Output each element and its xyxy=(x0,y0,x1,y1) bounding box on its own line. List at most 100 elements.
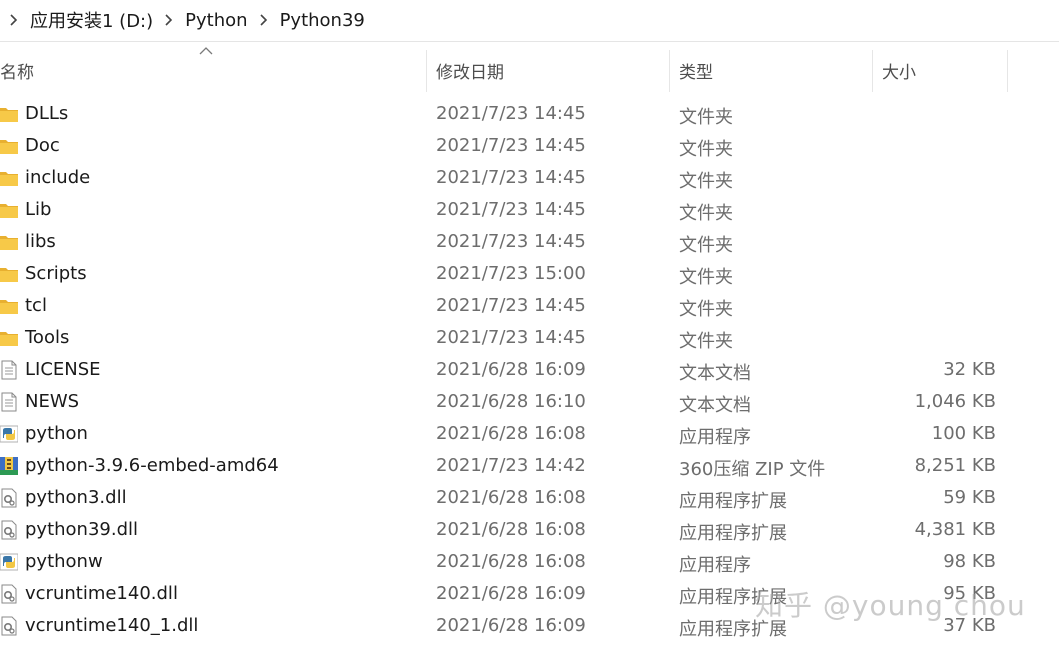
column-divider[interactable] xyxy=(426,50,427,92)
file-name: python3.dll xyxy=(25,487,127,508)
breadcrumb-item-python[interactable]: Python xyxy=(181,8,251,33)
chevron-right-icon[interactable] xyxy=(6,8,22,32)
file-type: 文件夹 xyxy=(679,107,733,128)
column-header-date[interactable]: 修改日期 xyxy=(436,58,504,83)
file-date: 2021/7/23 14:42 xyxy=(436,455,586,476)
file-name: Scripts xyxy=(25,263,87,284)
file-date: 2021/6/28 16:10 xyxy=(436,391,586,412)
file-row[interactable]: Tools 2021/7/23 14:45 文件夹 xyxy=(0,322,1059,354)
chevron-right-icon[interactable] xyxy=(256,8,272,32)
file-type: 文本文档 xyxy=(679,363,751,384)
file-row[interactable]: vcruntime140_1.dll 2021/6/28 16:09 应用程序扩展 3… xyxy=(0,610,1059,642)
sort-ascending-icon xyxy=(199,47,213,55)
file-row[interactable]: pythonw 2021/6/28 16:08 应用程序 98 KB xyxy=(0,546,1059,578)
breadcrumb: 应用安装1 (D:) Python Python39 xyxy=(0,0,1059,40)
file-size: 32 KB xyxy=(943,359,996,380)
file-row[interactable]: tcl 2021/7/23 14:45 文件夹 xyxy=(0,290,1059,322)
file-size: 37 KB xyxy=(943,615,996,636)
zip-archive-icon xyxy=(0,456,18,476)
dll-gear-icon xyxy=(0,520,18,540)
file-row[interactable]: vcruntime140.dll 2021/6/28 16:09 应用程序扩展 95 … xyxy=(0,578,1059,610)
file-type: 文件夹 xyxy=(679,331,733,352)
column-header-row: 名称 修改日期 类型 大小 xyxy=(0,46,1059,92)
folder-icon xyxy=(0,232,18,252)
file-date: 2021/7/23 14:45 xyxy=(436,135,586,156)
file-type: 360压缩 ZIP 文件 xyxy=(679,459,826,480)
file-name: python xyxy=(25,423,88,444)
file-row[interactable]: python39.dll 2021/6/28 16:08 应用程序扩展 4,381 K… xyxy=(0,514,1059,546)
file-type: 文本文档 xyxy=(679,395,751,416)
dll-gear-icon xyxy=(0,584,18,604)
file-type: 文件夹 xyxy=(679,139,733,160)
file-type: 应用程序扩展 xyxy=(679,491,787,512)
file-row[interactable]: python 2021/6/28 16:08 应用程序 100 KB xyxy=(0,418,1059,450)
file-date: 2021/7/23 14:45 xyxy=(436,167,586,188)
file-type: 应用程序 xyxy=(679,427,751,448)
file-row[interactable]: Lib 2021/7/23 14:45 文件夹 xyxy=(0,194,1059,226)
file-type: 文件夹 xyxy=(679,203,733,224)
folder-icon xyxy=(0,296,18,316)
file-type: 文件夹 xyxy=(679,235,733,256)
file-name: pythonw xyxy=(25,551,103,572)
file-date: 2021/6/28 16:08 xyxy=(436,551,586,572)
file-size: 98 KB xyxy=(943,551,996,572)
file-name: vcruntime140.dll xyxy=(25,583,178,604)
dll-gear-icon xyxy=(0,616,18,636)
file-row[interactable]: python3.dll 2021/6/28 16:08 应用程序扩展 59 KB xyxy=(0,482,1059,514)
file-name: Doc xyxy=(25,135,60,156)
file-name: tcl xyxy=(25,295,47,316)
file-name: Lib xyxy=(25,199,52,220)
column-header-type[interactable]: 类型 xyxy=(679,58,713,83)
file-list: DLLs 2021/7/23 14:45 文件夹 Doc 2021/7/23 14:45… xyxy=(0,98,1059,642)
column-header-name[interactable]: 名称 xyxy=(0,58,34,83)
folder-icon xyxy=(0,264,18,284)
file-row[interactable]: Doc 2021/7/23 14:45 文件夹 xyxy=(0,130,1059,162)
column-divider[interactable] xyxy=(872,50,873,92)
column-divider[interactable] xyxy=(669,50,670,92)
file-type: 应用程序扩展 xyxy=(679,619,787,640)
file-date: 2021/6/28 16:09 xyxy=(436,359,586,380)
file-name: LICENSE xyxy=(25,359,101,380)
file-row[interactable]: Scripts 2021/7/23 15:00 文件夹 xyxy=(0,258,1059,290)
folder-icon xyxy=(0,104,18,124)
file-row[interactable]: NEWS 2021/6/28 16:10 文本文档 1,046 KB xyxy=(0,386,1059,418)
python-app-icon xyxy=(0,424,19,444)
text-document-icon xyxy=(0,360,18,380)
text-document-icon xyxy=(0,392,18,412)
folder-icon xyxy=(0,328,18,348)
file-size: 4,381 KB xyxy=(914,519,996,540)
file-name: libs xyxy=(25,231,56,252)
dll-gear-icon xyxy=(0,488,18,508)
column-divider[interactable] xyxy=(1007,50,1008,92)
breadcrumb-divider xyxy=(0,41,1059,42)
file-date: 2021/6/28 16:09 xyxy=(436,615,586,636)
python-app-icon xyxy=(0,552,19,572)
file-row[interactable]: DLLs 2021/7/23 14:45 文件夹 xyxy=(0,98,1059,130)
file-date: 2021/7/23 14:45 xyxy=(436,295,586,316)
file-type: 文件夹 xyxy=(679,171,733,192)
file-size: 100 KB xyxy=(931,423,996,444)
file-type: 文件夹 xyxy=(679,299,733,320)
file-name: include xyxy=(25,167,91,188)
chevron-right-icon[interactable] xyxy=(161,8,177,32)
file-name: DLLs xyxy=(25,103,69,124)
file-row[interactable]: libs 2021/7/23 14:45 文件夹 xyxy=(0,226,1059,258)
file-name: python39.dll xyxy=(25,519,139,540)
file-size: 59 KB xyxy=(943,487,996,508)
file-type: 应用程序扩展 xyxy=(679,523,787,544)
file-name: vcruntime140_1.dll xyxy=(25,615,199,636)
file-row[interactable]: python-3.9.6-embed-amd64 2021/7/23 14:42 3… xyxy=(0,450,1059,482)
column-header-size[interactable]: 大小 xyxy=(882,58,916,83)
file-type: 应用程序 xyxy=(679,555,751,576)
file-date: 2021/7/23 15:00 xyxy=(436,263,586,284)
file-date: 2021/7/23 14:45 xyxy=(436,103,586,124)
file-name: NEWS xyxy=(25,391,80,412)
breadcrumb-item-drive[interactable]: 应用安装1 (D:) xyxy=(26,5,157,35)
file-date: 2021/6/28 16:08 xyxy=(436,487,586,508)
file-date: 2021/7/23 14:45 xyxy=(436,199,586,220)
file-date: 2021/7/23 14:45 xyxy=(436,327,586,348)
breadcrumb-item-python39[interactable]: Python39 xyxy=(276,8,369,33)
file-row[interactable]: include 2021/7/23 14:45 文件夹 xyxy=(0,162,1059,194)
file-row[interactable]: LICENSE 2021/6/28 16:09 文本文档 32 KB xyxy=(0,354,1059,386)
file-type: 文件夹 xyxy=(679,267,733,288)
